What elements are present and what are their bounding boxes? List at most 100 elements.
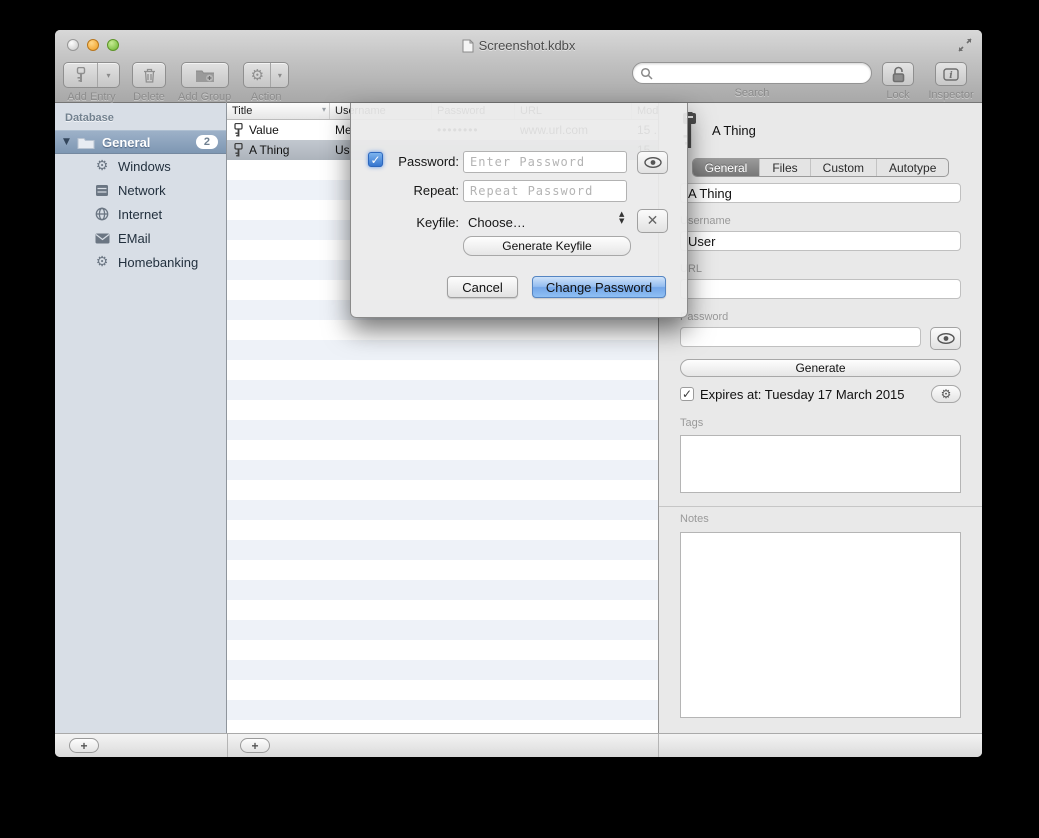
dialog-repeat-label: Repeat:: [385, 183, 459, 198]
sidebar-item-label: Homebanking: [118, 255, 198, 270]
toolbar-item-add-entry: ▾ Add Entry: [63, 62, 120, 103]
cancel-button[interactable]: Cancel: [447, 276, 518, 298]
expires-label: Expires at: Tuesday 17 March 2015: [700, 387, 905, 402]
inspector-header: A Thing: [680, 103, 961, 149]
empty-row: [227, 480, 658, 500]
inspector-tabs: General Files Custom Autotype: [692, 158, 950, 177]
section-divider: [659, 506, 982, 507]
inspector-label: Inspector: [923, 89, 979, 101]
sidebar-item-windows[interactable]: ⚙ Windows: [55, 154, 226, 178]
tab-files[interactable]: Files: [760, 159, 810, 176]
inspector-panel: A Thing General Files Custom Autotype Us…: [658, 103, 982, 733]
divider: [658, 734, 659, 757]
empty-row: [227, 720, 658, 733]
svg-text:i: i: [949, 71, 953, 81]
keyfile-popup[interactable]: Choose…: [468, 215, 526, 230]
sidebar-item-label: Internet: [118, 207, 162, 222]
add-entry-footer-button[interactable]: +: [240, 738, 270, 753]
clear-keyfile-button[interactable]: ✕: [637, 209, 668, 233]
title-field[interactable]: [680, 183, 961, 203]
notes-field[interactable]: [680, 532, 961, 718]
password-label: Password: [680, 311, 961, 323]
delete-button[interactable]: [132, 62, 166, 88]
eye-icon: [937, 333, 955, 344]
disclosure-triangle-icon[interactable]: ▼: [63, 137, 77, 147]
tab-autotype[interactable]: Autotype: [877, 159, 948, 176]
gear-icon: ⚙: [244, 63, 271, 87]
empty-row: [227, 420, 658, 440]
empty-row: [227, 640, 658, 660]
tab-general[interactable]: General: [693, 159, 761, 176]
inspector-toggle-area: i Inspector: [923, 62, 979, 101]
chevron-down-icon[interactable]: ▾: [98, 63, 119, 87]
lock-button[interactable]: [882, 62, 914, 86]
expires-row: ✓ Expires at: Tuesday 17 March 2015 ⚙: [680, 385, 961, 403]
inspector-button[interactable]: i: [935, 62, 967, 86]
padlock-open-icon: [891, 66, 906, 83]
empty-row: [227, 540, 658, 560]
document-icon: [462, 39, 474, 53]
gear-icon: ⚙: [93, 255, 111, 269]
search-input[interactable]: [632, 62, 872, 84]
window-title-text: Screenshot.kdbx: [479, 38, 576, 53]
entry-title: Value: [249, 123, 279, 137]
empty-row: [227, 380, 658, 400]
desktop: Screenshot.kdbx ▾ Add Entry: [0, 0, 1039, 838]
bottom-bar: + +: [55, 733, 982, 757]
url-label: URL: [680, 263, 961, 275]
column-header-title[interactable]: Title ▾: [227, 103, 330, 119]
add-group-footer-button[interactable]: +: [69, 738, 99, 753]
generate-keyfile-button[interactable]: Generate Keyfile: [463, 236, 631, 256]
stepper-icon[interactable]: ▲▼: [619, 211, 624, 225]
lock-label: Lock: [879, 89, 917, 101]
generate-password-button[interactable]: Generate: [680, 359, 961, 377]
sidebar-item-label: Windows: [118, 159, 171, 174]
dialog-password-input[interactable]: [463, 151, 627, 173]
globe-icon: [93, 207, 111, 221]
app-window: Screenshot.kdbx ▾ Add Entry: [55, 30, 982, 757]
tab-custom[interactable]: Custom: [811, 159, 877, 176]
url-field[interactable]: [680, 279, 961, 299]
sidebar-item-email[interactable]: EMail: [55, 226, 226, 250]
sidebar-item-homebanking[interactable]: ⚙ Homebanking: [55, 250, 226, 274]
password-field[interactable]: [680, 327, 921, 347]
sidebar-item-network[interactable]: Network: [55, 178, 226, 202]
empty-row: [227, 500, 658, 520]
search-area: Search: [632, 62, 872, 99]
empty-row: [227, 400, 658, 420]
change-password-dialog: ✓ Password: Repeat: Keyfile: Choose… ▲▼ …: [350, 103, 688, 318]
envelope-icon: [93, 233, 111, 244]
toolbar-label: Add Entry: [67, 91, 115, 103]
dialog-repeat-input[interactable]: [463, 180, 627, 202]
empty-row: [227, 360, 658, 380]
sidebar-group-general[interactable]: ▼ General 2: [55, 130, 226, 154]
reveal-password-button[interactable]: [930, 327, 961, 350]
add-entry-button[interactable]: ▾: [63, 62, 120, 88]
entry-title: A Thing: [249, 143, 289, 157]
change-password-button[interactable]: Change Password: [532, 276, 666, 298]
add-group-button[interactable]: [181, 62, 229, 88]
sidebar-item-internet[interactable]: Internet: [55, 202, 226, 226]
empty-row: [227, 600, 658, 620]
expires-gear-button[interactable]: ⚙: [931, 385, 961, 403]
password-enabled-checkbox[interactable]: ✓: [368, 152, 383, 167]
expires-checkbox[interactable]: ✓: [680, 387, 694, 401]
key-icon: [64, 63, 98, 87]
window-header: Screenshot.kdbx ▾ Add Entry: [55, 30, 982, 103]
sidebar-section-header: Database: [55, 103, 226, 130]
fullscreen-icon[interactable]: [957, 37, 973, 53]
dialog-reveal-password-button[interactable]: [637, 151, 668, 174]
chevron-down-icon[interactable]: ▾: [271, 63, 288, 87]
sidebar-item-label: EMail: [118, 231, 151, 246]
tags-field[interactable]: [680, 435, 961, 493]
empty-row: [227, 560, 658, 580]
toolbar-label: Action: [251, 91, 282, 103]
entry-count-badge: 2: [196, 135, 218, 149]
username-field[interactable]: [680, 231, 961, 251]
empty-row: [227, 580, 658, 600]
action-button[interactable]: ⚙ ▾: [243, 62, 289, 88]
empty-row: [227, 340, 658, 360]
window-title: Screenshot.kdbx: [55, 38, 982, 53]
sidebar-item-label: Network: [118, 183, 166, 198]
trash-icon: [143, 68, 156, 83]
